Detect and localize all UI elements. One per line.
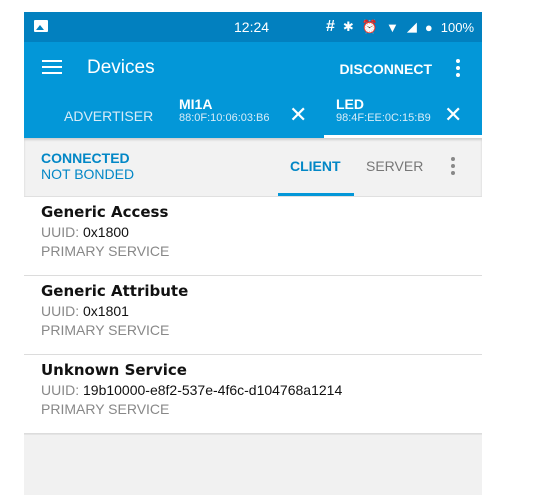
battery-saver-icon: ● <box>424 19 433 35</box>
hamburger-menu-icon[interactable] <box>42 60 62 74</box>
status-icons: # ✱ ⏰ ▼ ◢ ● 100% <box>326 18 474 36</box>
tab-device-mi1a[interactable]: MI1A 88:0F:10:06:03:B6 ✕ <box>179 96 307 140</box>
service-item[interactable]: Generic Attribute UUID: 0x1801 PRIMARY S… <box>24 276 482 355</box>
service-item[interactable]: Generic Access UUID: 0x1800 PRIMARY SERV… <box>24 197 482 276</box>
empty-area <box>24 434 482 495</box>
device-address: 88:0F:10:06:03:B6 <box>179 112 270 124</box>
device-name: MI1A <box>179 96 213 112</box>
overflow-menu-icon[interactable] <box>456 59 460 80</box>
service-name: Unknown Service <box>41 361 187 379</box>
service-type: PRIMARY SERVICE <box>41 243 170 259</box>
device-tabs: ADVERTISER MI1A 88:0F:10:06:03:B6 ✕ LED … <box>24 94 482 138</box>
page-title: Devices <box>87 57 155 78</box>
wifi-icon: ▼ <box>386 19 399 35</box>
device-address: 98:4F:EE:0C:15:B9 <box>336 112 431 124</box>
service-item[interactable]: Unknown Service UUID: 19b10000-e8f2-537e… <box>24 355 482 434</box>
service-uuid: UUID: 0x1800 <box>41 224 129 240</box>
service-name: Generic Access <box>41 203 169 221</box>
bond-state: NOT BONDED <box>41 166 135 182</box>
image-icon <box>34 20 48 32</box>
close-icon[interactable]: ✕ <box>444 102 462 128</box>
connection-status: CONNECTED NOT BONDED <box>41 150 134 182</box>
tab-client[interactable]: CLIENT <box>290 158 341 174</box>
status-time: 12:24 <box>234 19 270 35</box>
bluetooth-icon: ✱ <box>342 19 354 34</box>
services-list: Generic Access UUID: 0x1800 PRIMARY SERV… <box>24 197 482 495</box>
more-options-icon[interactable] <box>451 157 455 178</box>
hash-icon: # <box>326 18 335 35</box>
connection-state: CONNECTED <box>41 150 130 166</box>
phone-screen: 12:24 # ✱ ⏰ ▼ ◢ ● 100% Devices DISCONNEC… <box>24 12 482 500</box>
service-name: Generic Attribute <box>41 282 189 300</box>
service-type: PRIMARY SERVICE <box>41 322 170 338</box>
close-icon[interactable]: ✕ <box>289 102 307 128</box>
device-name: LED <box>336 96 364 112</box>
status-bar: 12:24 # ✱ ⏰ ▼ ◢ ● 100% <box>24 12 482 42</box>
signal-icon: ◢ <box>406 19 417 34</box>
service-uuid: UUID: 19b10000-e8f2-537e-4f6c-d104768a12… <box>41 382 343 398</box>
disconnect-button[interactable]: DISCONNECT <box>339 61 432 77</box>
app-bar: Devices DISCONNECT <box>24 42 482 94</box>
alarm-icon: ⏰ <box>361 19 379 34</box>
client-tab-indicator <box>278 193 354 196</box>
battery-percent: 100% <box>440 19 474 35</box>
service-uuid: UUID: 0x1801 <box>41 303 129 319</box>
service-type: PRIMARY SERVICE <box>41 401 170 417</box>
tab-server[interactable]: SERVER <box>366 158 423 174</box>
connection-bar: CONNECTED NOT BONDED CLIENT SERVER <box>24 138 482 197</box>
tab-device-led[interactable]: LED 98:4F:EE:0C:15:B9 ✕ <box>336 96 462 140</box>
